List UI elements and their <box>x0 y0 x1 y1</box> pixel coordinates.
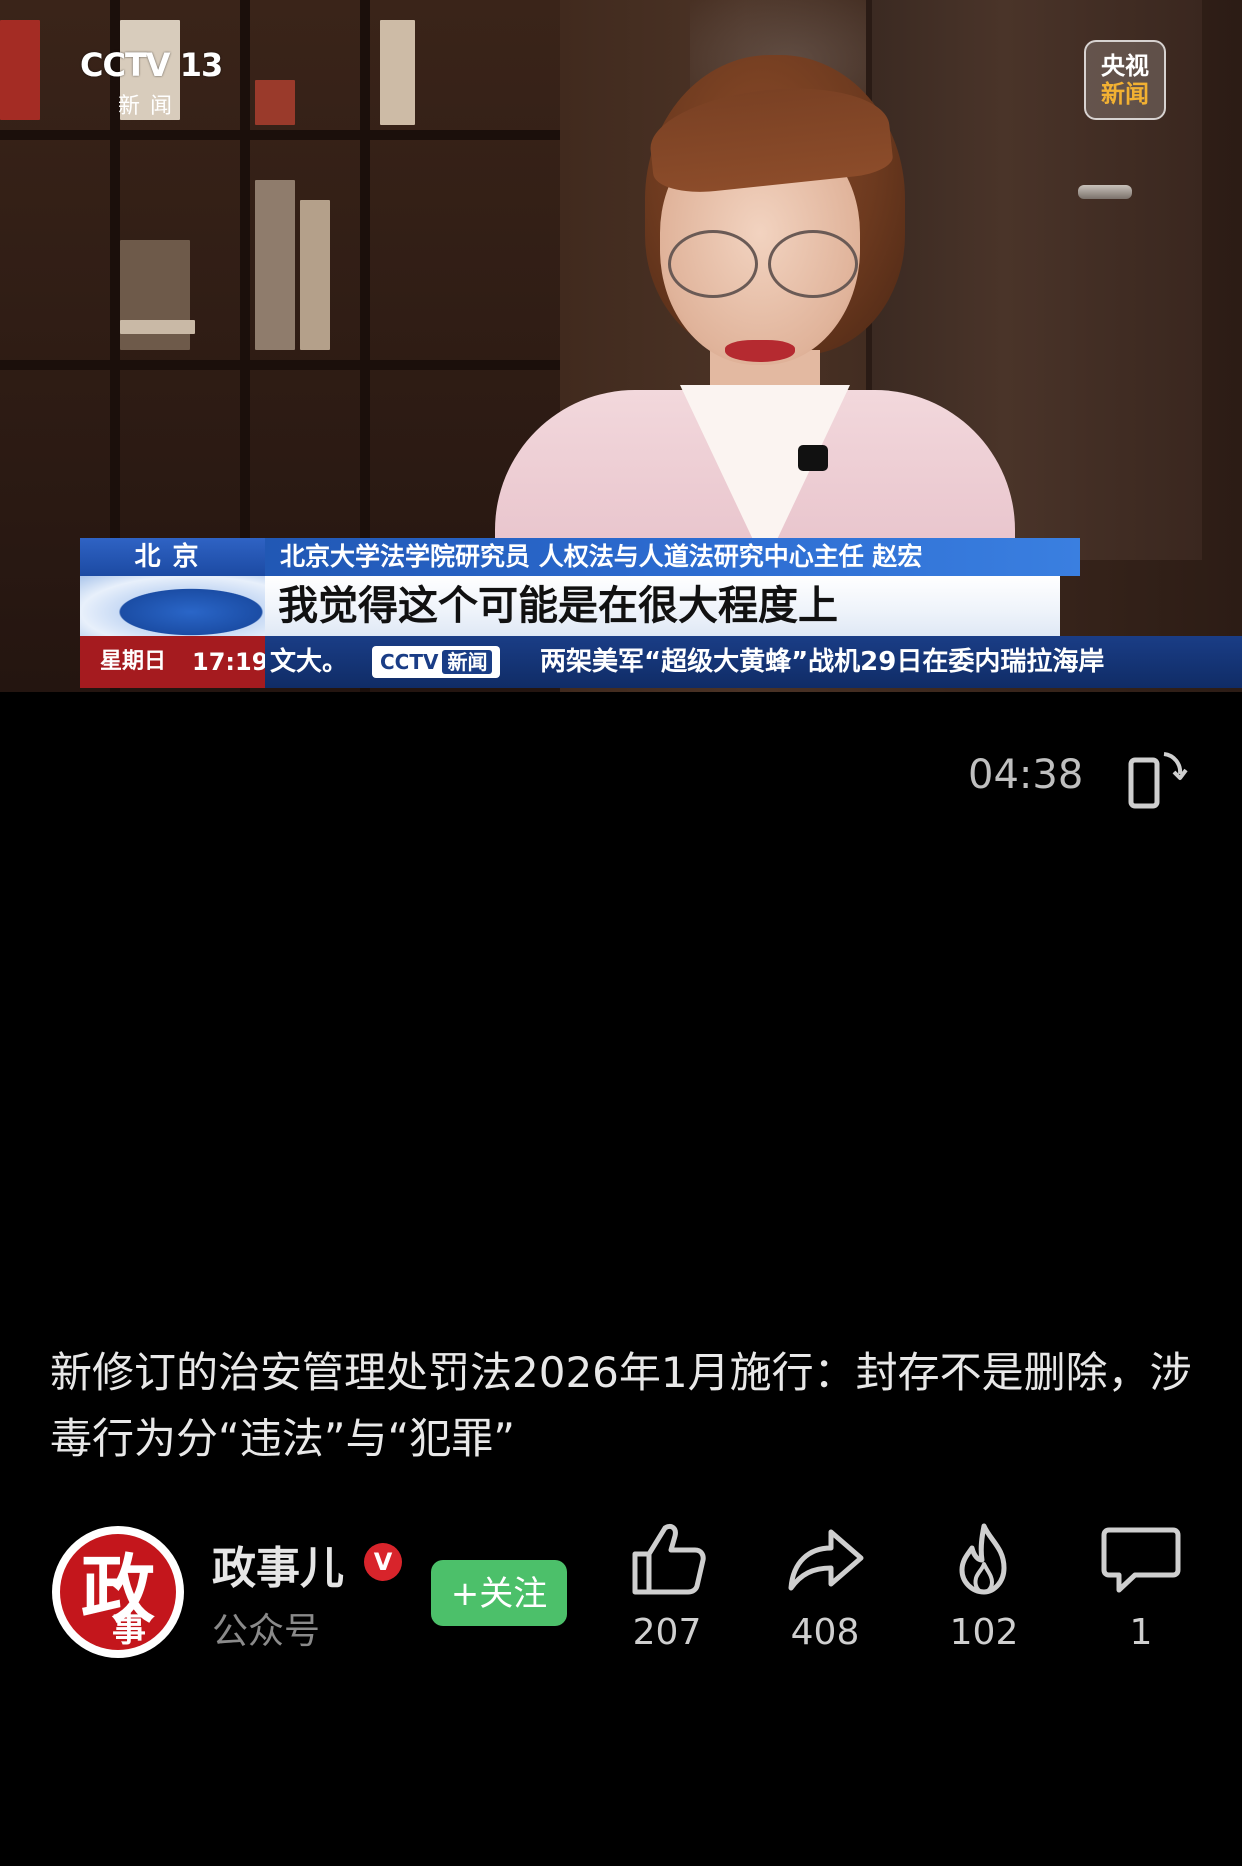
article-title[interactable]: 新修订的治安管理处罚法2026年1月施行：封存不是删除，涉毒行为分“违法”与“犯… <box>50 1340 1200 1472</box>
comment-button[interactable]: 1 <box>1086 1520 1196 1653</box>
ticker-headline: 两架美军“超级大黄蜂”战机29日在委内瑞拉海岸 <box>540 647 1105 677</box>
like-button[interactable]: 207 <box>612 1520 722 1653</box>
account-type: 公众号 <box>212 1611 321 1652</box>
share-arrow-icon <box>788 1529 864 1591</box>
share-count: 408 <box>790 1612 860 1653</box>
ticker-logo-cn: 新闻 <box>442 650 493 674</box>
avatar-char-sub: 事儿 <box>112 1610 146 1650</box>
video-duration: 04:38 <box>968 752 1084 798</box>
flame-icon <box>959 1523 1007 1595</box>
comment-bubble-icon <box>1101 1527 1181 1593</box>
video-player[interactable]: CCTV 13 新闻 央视 新闻 北京 北京大学法学院研究员 人权法与人道法研究… <box>0 0 1242 692</box>
share-button[interactable]: 408 <box>770 1520 880 1653</box>
follow-button[interactable]: +关注 <box>431 1560 567 1626</box>
comment-count: 1 <box>1129 1612 1153 1653</box>
hot-button[interactable]: 102 <box>929 1520 1039 1653</box>
hot-count: 102 <box>949 1612 1019 1653</box>
ticker-clip: 文大。 CCTV 新闻 两架美军“超级大黄蜂”战机29日在委内瑞拉海岸 <box>0 0 1242 692</box>
ticker-prefix: 文大。 <box>270 647 349 677</box>
rotate-screen-button[interactable] <box>1128 742 1188 812</box>
rotate-screen-icon <box>1128 752 1188 809</box>
verified-badge-icon: V <box>364 1543 402 1581</box>
like-count: 207 <box>632 1612 702 1653</box>
account-name[interactable]: 政事儿 <box>212 1532 344 1596</box>
ticker-logo-text: CCTV <box>380 650 439 674</box>
thumbs-up-icon <box>632 1523 706 1595</box>
ticker-cctv-logo: CCTV 新闻 <box>372 646 501 678</box>
avatar[interactable]: 政 事儿 <box>52 1526 184 1658</box>
